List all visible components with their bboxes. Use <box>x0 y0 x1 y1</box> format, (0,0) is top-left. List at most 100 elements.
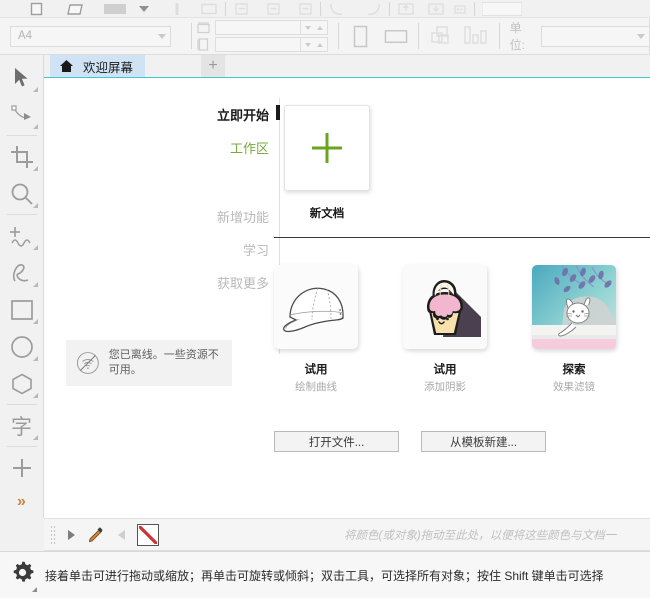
artistic-media-tool[interactable] <box>2 254 42 291</box>
rectangle-tool[interactable] <box>2 291 42 328</box>
bar-chart-icon[interactable] <box>463 26 489 45</box>
page-height-input[interactable] <box>215 37 329 52</box>
palette-drag-handle[interactable] <box>50 524 55 545</box>
card-draw-curves[interactable]: 试用 绘制曲线 <box>274 265 358 394</box>
nav-item-get-more[interactable]: 获取更多 <box>217 266 269 299</box>
section-divider <box>274 237 650 238</box>
sample-cards: 试用 绘制曲线 试用 添加阴影 探索 效果滤镜 <box>274 265 616 394</box>
cat-illustration-thumbnail[interactable] <box>532 265 616 349</box>
new-document-thumbnail[interactable] <box>284 105 370 191</box>
layers-icon[interactable] <box>429 26 453 45</box>
open-document-icon[interactable] <box>66 0 84 18</box>
dropdown-arrow-icon[interactable] <box>138 0 150 18</box>
play-right-icon[interactable] <box>62 524 80 546</box>
chevron-left-icon[interactable] <box>112 524 130 546</box>
flyout-corner-icon[interactable] <box>32 166 38 171</box>
copy-icon[interactable] <box>233 0 249 18</box>
duplicate-icon[interactable] <box>297 0 313 18</box>
card-title: 探索 <box>562 364 586 376</box>
shape-tool[interactable] <box>2 96 42 133</box>
flyout-corner-icon[interactable] <box>32 203 38 208</box>
flyout-corner-icon[interactable] <box>32 87 38 92</box>
flyout-corner-icon[interactable] <box>32 587 37 592</box>
new-from-template-button[interactable]: 从模板新建... <box>421 431 546 452</box>
units-combo[interactable] <box>540 25 650 47</box>
spin-up-icon[interactable] <box>317 42 324 47</box>
flyout-corner-icon[interactable] <box>32 245 38 250</box>
property-separator <box>498 23 500 49</box>
toolbox-divider <box>6 135 37 136</box>
new-document-icon[interactable] <box>28 0 44 18</box>
spin-up-icon[interactable] <box>317 25 324 30</box>
paste-icon[interactable] <box>265 0 281 18</box>
text-tool-glyph: 字 <box>11 414 32 439</box>
flyout-corner-icon[interactable] <box>32 124 38 129</box>
palette-drop-hint: 将颜色(或对象)拖动至此处，以便将这些颜色与文档一 <box>344 530 617 542</box>
save-swatch-icon[interactable] <box>104 0 126 18</box>
page-width-icon <box>197 21 211 33</box>
new-document-card[interactable]: 新文档 <box>284 105 370 221</box>
new-tab-button[interactable]: + <box>201 55 225 77</box>
zoom-level-combo[interactable] <box>482 0 522 18</box>
card-effects-filters[interactable]: 探索 效果滤镜 <box>532 265 616 394</box>
open-file-button[interactable]: 打开文件... <box>274 431 399 452</box>
offline-message: 您已离线。一些资源不可用。 <box>108 349 219 376</box>
nav-item-learn[interactable]: 学习 <box>243 233 269 266</box>
toolbox-divider <box>6 446 37 447</box>
page-width-input[interactable] <box>215 20 329 35</box>
nav-item-whats-new[interactable]: 新增功能 <box>217 200 269 233</box>
ellipse-tool[interactable] <box>2 328 42 365</box>
redo-arc-icon[interactable] <box>362 0 382 18</box>
card-title: 试用 <box>433 364 457 376</box>
eyedropper-icon[interactable] <box>87 524 105 546</box>
export-icon[interactable] <box>427 0 445 18</box>
flyout-corner-icon[interactable] <box>32 356 38 361</box>
flyout-corner-icon[interactable] <box>32 282 38 287</box>
cap-sketch-thumbnail[interactable] <box>274 265 358 349</box>
units-label: 单位: <box>509 21 525 52</box>
more-tools-button[interactable]: » <box>2 486 42 518</box>
publish-pdf-icon[interactable] <box>453 0 467 18</box>
status-bar: 接着单击可进行拖动或缩放；再单击可旋转或倾斜；双击工具，可选择所有对象；按住 S… <box>0 551 650 598</box>
crop-tool[interactable] <box>2 138 42 175</box>
gear-icon[interactable] <box>10 560 37 592</box>
spin-down-icon[interactable] <box>305 25 312 30</box>
undo-arc-icon[interactable] <box>328 0 348 18</box>
home-icon <box>60 60 73 72</box>
spin-down-icon[interactable] <box>305 42 312 47</box>
flyout-corner-icon[interactable] <box>32 319 38 324</box>
flyout-corner-icon[interactable] <box>32 393 38 398</box>
print-icon[interactable] <box>172 0 182 18</box>
property-separator <box>418 23 420 49</box>
wifi-off-icon <box>76 352 99 374</box>
welcome-action-buttons: 打开文件... 从模板新建... <box>274 431 546 452</box>
polygon-tool[interactable] <box>2 365 42 402</box>
parallel-dimension-tool[interactable] <box>2 449 42 486</box>
card-add-shadow[interactable]: 试用 添加阴影 <box>403 265 487 394</box>
nav-item-workspace[interactable]: 工作区 <box>230 131 269 164</box>
flyout-corner-icon[interactable] <box>32 435 38 440</box>
import-icon[interactable] <box>397 0 415 18</box>
property-bar: A4 单位: <box>0 18 650 73</box>
standard-toolbar <box>0 0 650 18</box>
nav-selection-caret <box>276 105 280 120</box>
landscape-orientation-button[interactable] <box>384 23 408 49</box>
freehand-tool[interactable] <box>2 217 42 254</box>
cut-icon[interactable] <box>200 0 218 18</box>
tab-welcome-screen[interactable]: 欢迎屏幕 <box>50 55 146 77</box>
tab-label: 欢迎屏幕 <box>83 60 134 75</box>
zoom-tool[interactable] <box>2 175 42 212</box>
portrait-orientation-button[interactable] <box>349 23 372 49</box>
cupcake-thumbnail[interactable] <box>403 265 487 349</box>
toolbox: 字 » <box>0 55 44 518</box>
text-tool[interactable]: 字 <box>2 407 42 444</box>
toolbox-divider <box>6 214 37 215</box>
card-subtitle: 效果滤镜 <box>553 381 595 393</box>
double-chevron-icon: » <box>17 493 26 510</box>
pick-tool[interactable] <box>2 59 42 96</box>
no-color-swatch[interactable] <box>137 523 159 546</box>
property-separator <box>190 23 192 49</box>
page-size-combo[interactable]: A4 <box>10 25 172 47</box>
card-title: 试用 <box>304 364 328 376</box>
nav-item-get-started[interactable]: 立即开始 <box>217 98 280 131</box>
